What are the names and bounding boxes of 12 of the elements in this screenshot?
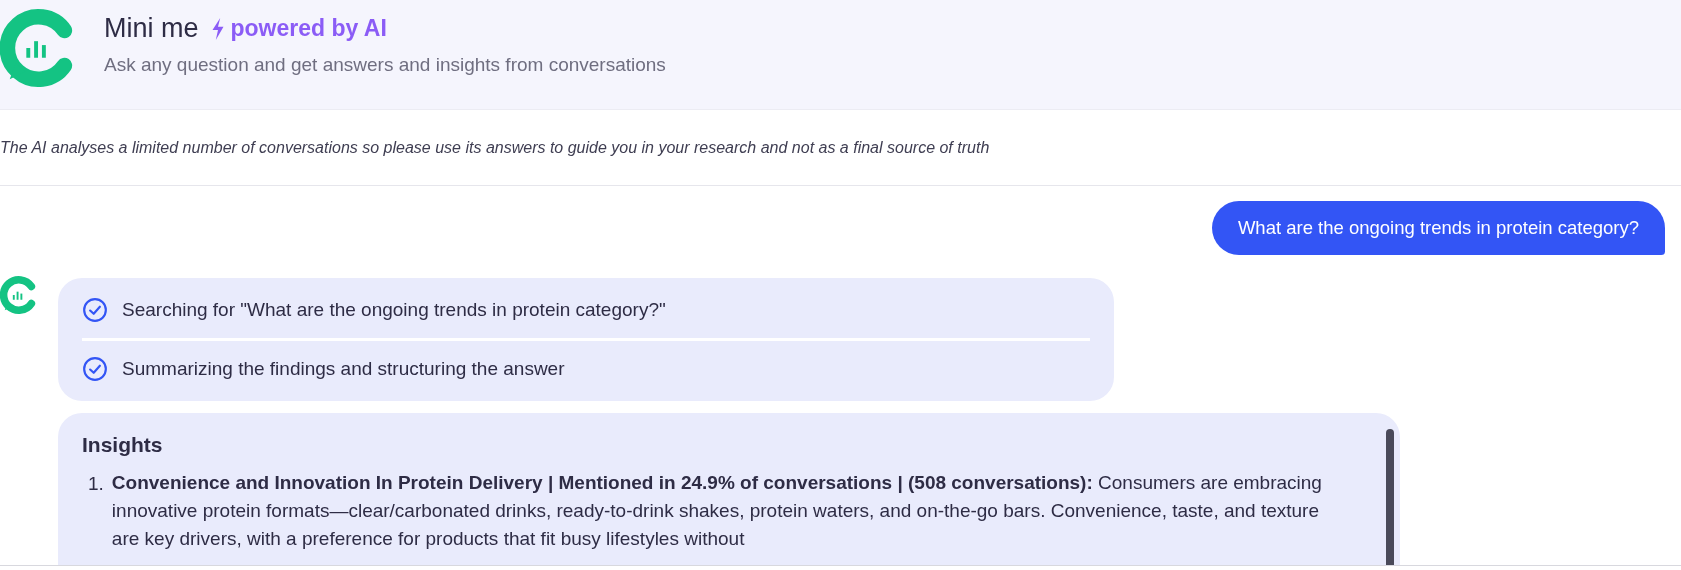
powered-by-label: powered by AI bbox=[230, 15, 387, 42]
insight-paragraph: Convenience and Innovation In Protein Delivery | Mentioned in 24.9% of conversations | (508 conversations): Consumers are embracing innovative protein formats—clear/carbonated drinks, ready-to-drink shakes, protein waters, and on-the-go bars. Convenience, taste, and texture are key drivers, with a preference for products that fit busy lifestyles without bbox=[111, 471, 1323, 551]
logo-icon bbox=[0, 275, 38, 315]
step-text: Summarizing the findings and structuring the answer bbox=[122, 358, 565, 380]
app-title: Mini me bbox=[104, 13, 199, 44]
app-subtitle: Ask any question and get answers and insights from conversations bbox=[104, 54, 666, 76]
user-message: What are the ongoing trends in protein category? bbox=[1211, 201, 1665, 255]
insights-heading: Insights bbox=[82, 433, 164, 457]
disclaimer-text: The AI analyses a limited number of conversations so please use its answers to guide you in your research and not as a final source of truth bbox=[0, 138, 990, 157]
list-number: 1. bbox=[88, 473, 104, 496]
lightning-icon bbox=[210, 17, 225, 40]
step-text: Searching for "What are the ongoing trends in protein category?" bbox=[122, 299, 666, 321]
